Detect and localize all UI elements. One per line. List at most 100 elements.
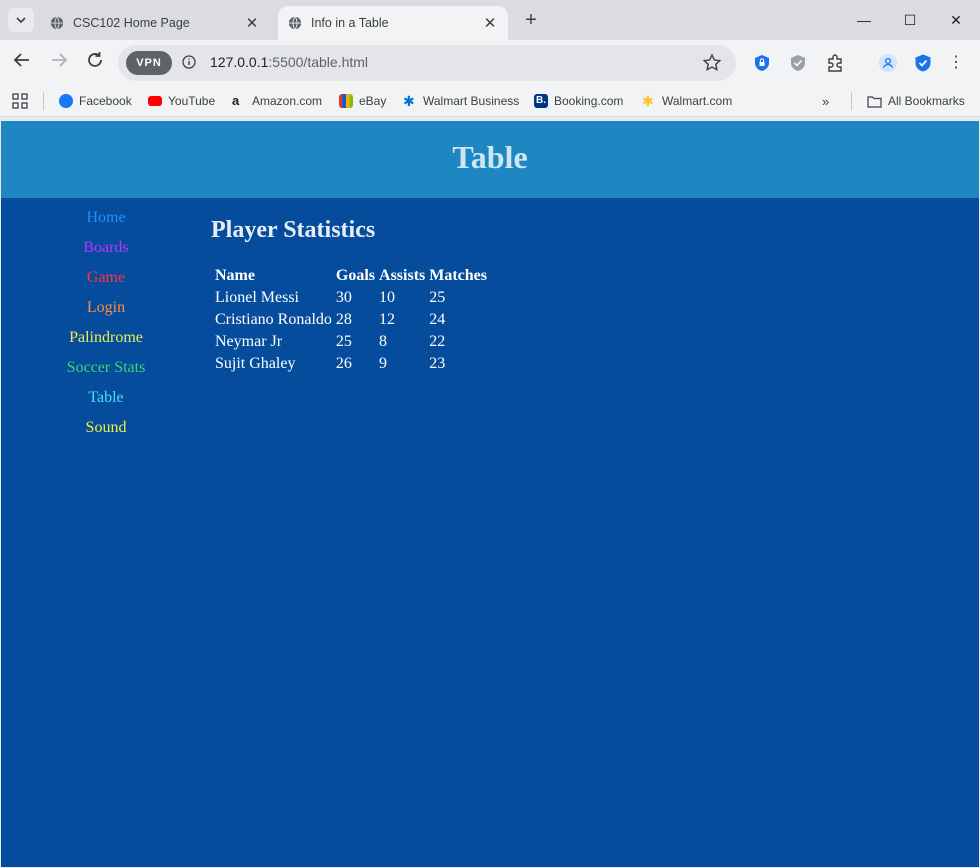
bookmarks-divider [851,92,852,110]
cell-name: Cristiano Ronaldo [215,311,332,328]
bookmarks-bar: Facebook YouTube a Amazon.com eBay ✱ Wal… [0,86,980,117]
bookmark-ebay[interactable]: eBay [339,92,386,110]
bookmark-amazon[interactable]: a Amazon.com [232,92,322,110]
cell-matches: 24 [429,311,446,328]
reload-button[interactable] [83,51,107,75]
cell-assists: 12 [379,311,396,328]
globe-icon [288,16,302,30]
player-statistics-table: Name Goals Assists Matches Lionel Messi … [212,265,490,375]
page-title: Table [452,139,528,175]
booking-icon: B. [534,94,548,108]
cell-goals: 26 [335,355,352,372]
column-header-goals: Goals [335,267,376,284]
cell-name: Neymar Jr [215,333,283,350]
browser-window: CSC102 Home Page ✕ Info in a Table ✕ + —… [0,0,980,868]
url-host: 127.0.0.1 [210,54,269,70]
forward-button[interactable] [47,51,71,75]
bookmark-star-icon[interactable] [702,53,722,73]
vpn-button[interactable]: VPN [126,51,172,75]
youtube-icon [148,96,162,106]
column-header-assists: Assists [379,267,426,284]
tab-csc102-home[interactable]: CSC102 Home Page ✕ [40,6,270,40]
url-text[interactable]: 127.0.0.1:5500/table.html [210,54,368,70]
column-header-matches: Matches [429,267,488,284]
shield-lock-icon[interactable] [752,53,772,73]
bookmark-label: Walmart Business [423,94,520,108]
facebook-icon [59,94,73,108]
side-navigation: Home Boards Game Login Palindrome Soccer… [1,208,211,448]
tab-search-button[interactable] [8,8,34,32]
profile-avatar-icon[interactable] [878,53,898,73]
table-row: Neymar Jr 25 8 22 [214,331,488,353]
bookmark-youtube[interactable]: YouTube [148,92,215,110]
cell-goals: 25 [335,333,352,350]
browser-menu-button[interactable]: ⋮ [948,53,964,73]
bookmark-facebook[interactable]: Facebook [59,92,132,110]
close-window-button[interactable]: ✕ [936,6,976,34]
cell-goals: 30 [335,289,352,306]
cell-goals: 28 [335,311,352,328]
page-header: Table [1,121,979,198]
table-header-row: Name Goals Assists Matches [214,265,488,287]
nav-link-palindrome[interactable]: Palindrome [1,328,211,358]
cell-assists: 10 [379,289,396,306]
ebay-icon [339,94,353,108]
extensions-puzzle-icon[interactable] [825,53,845,73]
bookmark-label: eBay [359,94,387,108]
nav-link-login[interactable]: Login [1,298,211,328]
new-tab-button[interactable]: + [520,9,542,31]
cell-assists: 9 [379,355,388,372]
cell-matches: 22 [429,333,446,350]
bookmark-label: Amazon.com [252,94,323,108]
all-bookmarks-button[interactable]: All Bookmarks [867,92,965,110]
walmart-icon: ✱ [642,93,654,109]
nav-link-table[interactable]: Table [1,388,211,418]
arrow-right-icon [52,53,68,67]
table-row: Lionel Messi 30 10 25 [214,287,488,309]
bookmark-booking[interactable]: B. Booking.com [534,92,623,110]
cell-matches: 23 [429,355,446,372]
maximize-button[interactable]: ☐ [890,6,930,34]
nav-link-boards[interactable]: Boards [1,238,211,268]
shield-check-icon[interactable] [788,53,808,73]
reload-icon [88,52,102,67]
bookmark-walmart-business[interactable]: ✱ Walmart Business [403,92,519,110]
bookmarks-divider [43,92,44,110]
table-row: Cristiano Ronaldo 28 12 24 [214,309,488,331]
amazon-icon: a [232,93,240,108]
tab-title: CSC102 Home Page [73,16,190,30]
nav-link-sound[interactable]: Sound [1,418,211,448]
arrow-left-icon [13,53,29,67]
bookmark-walmart[interactable]: ✱ Walmart.com [642,92,732,110]
url-path: :5500/table.html [268,54,369,70]
nav-link-soccer-stats[interactable]: Soccer Stats [1,358,211,388]
cell-name: Sujit Ghaley [215,355,296,372]
table-row: Sujit Ghaley 26 9 23 [214,353,488,375]
close-tab-icon[interactable]: ✕ [480,14,500,32]
nav-link-home[interactable]: Home [1,208,211,238]
cell-matches: 25 [429,289,446,306]
tab-title: Info in a Table [311,16,389,30]
more-bookmarks-button[interactable]: » [822,92,829,110]
tab-strip: CSC102 Home Page ✕ Info in a Table ✕ + —… [0,0,980,40]
cell-name: Lionel Messi [215,289,299,306]
cell-assists: 8 [379,333,388,350]
minimize-button[interactable]: — [844,6,884,34]
address-bar[interactable]: VPN 127.0.0.1:5500/table.html [118,45,736,81]
bookmark-label: All Bookmarks [888,94,965,108]
security-shield-icon[interactable] [913,53,933,73]
chevron-down-icon [16,17,26,24]
close-tab-icon[interactable]: ✕ [242,14,262,32]
double-chevron-right-icon: » [822,93,830,109]
apps-grid-icon[interactable] [12,93,28,109]
bookmark-label: YouTube [168,94,216,108]
bookmark-label: Booking.com [554,94,624,108]
tab-info-in-a-table[interactable]: Info in a Table ✕ [278,6,508,40]
globe-icon [50,16,64,30]
web-page: Table Home Boards Game Login Palindrome … [1,121,979,867]
back-button[interactable] [10,51,34,75]
section-title: Player Statistics [211,217,376,243]
bookmark-label: Facebook [79,94,132,108]
nav-link-game[interactable]: Game [1,268,211,298]
site-info-icon[interactable] [182,55,196,69]
